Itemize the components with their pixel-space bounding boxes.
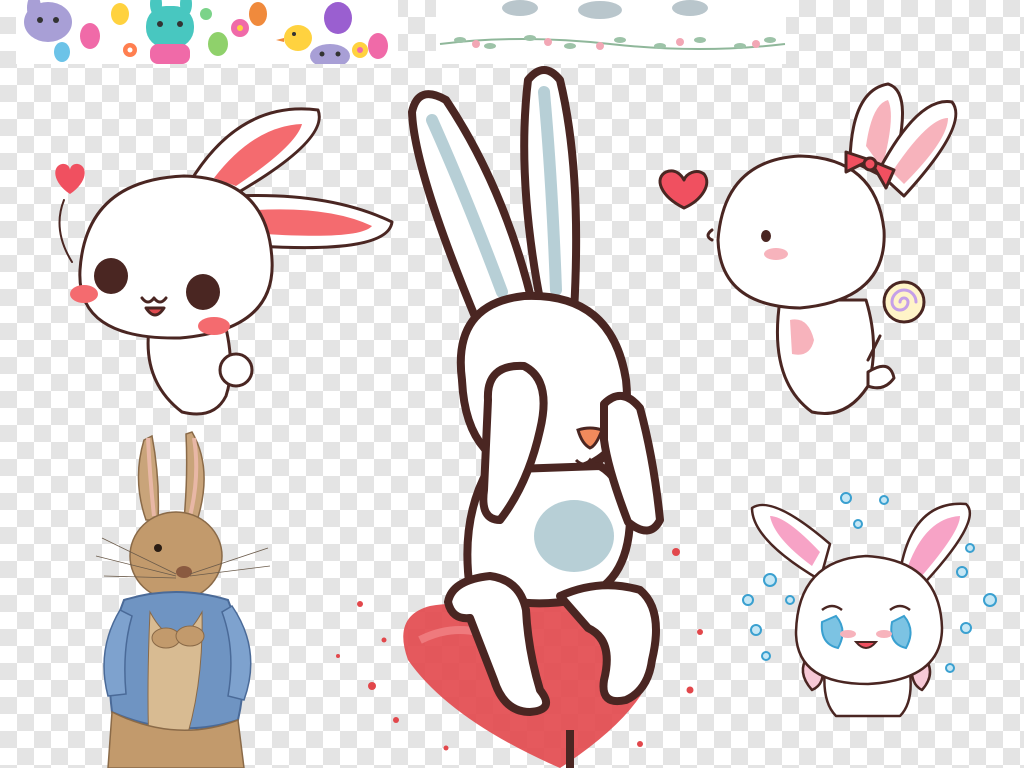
crying-bunny-with-tears [742,492,997,718]
heart-icon [55,163,85,194]
tall-bunny-covering-eyes-on-heart [336,66,703,768]
watercolor-rabbit-in-blue-jacket [95,431,271,768]
floral-garland-strip [436,0,786,64]
clipart-canvas [0,0,1024,768]
easter-pattern-strip [16,0,398,64]
lollipop-icon [866,280,926,362]
bunny-icon [310,44,350,64]
bunny-with-bow-and-lollipop [658,82,958,415]
heart-icon [658,169,709,210]
cute-white-bunny-with-heart [55,107,394,416]
bunny-icon [146,0,194,64]
